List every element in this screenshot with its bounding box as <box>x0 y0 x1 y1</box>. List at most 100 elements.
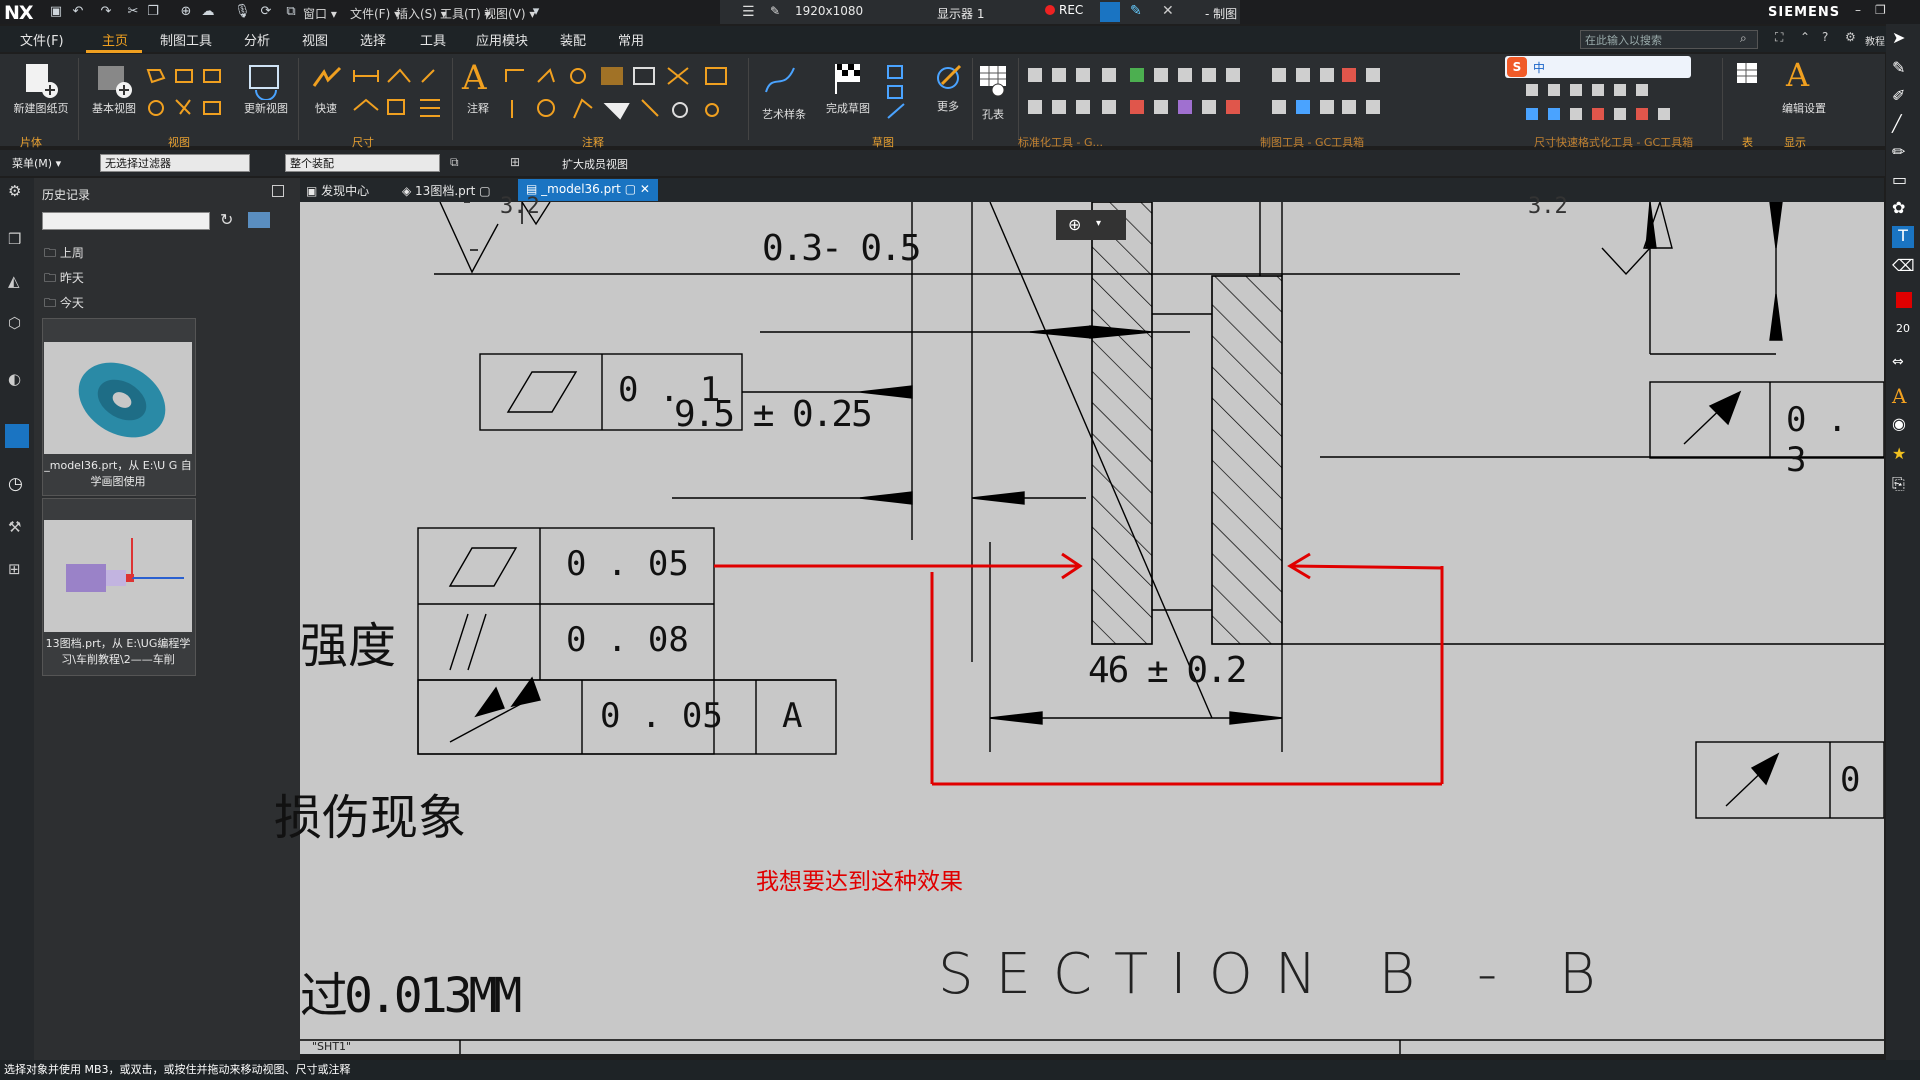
surface-finish-value[interactable]: 3.2 <box>500 194 540 219</box>
tab-common[interactable]: 常用 <box>618 30 644 49</box>
select-arrow-icon[interactable]: ➤ <box>1892 28 1914 50</box>
collapse-ribbon-icon[interactable]: ⌃ <box>1800 30 1810 44</box>
assembly-navigator-icon[interactable]: ❒ <box>8 230 21 248</box>
size-value-icon[interactable]: 20 <box>1892 322 1914 344</box>
update-view-icon[interactable] <box>246 60 286 100</box>
export-icon[interactable]: ⎘ <box>1892 474 1914 496</box>
tab-select[interactable]: 选择 <box>360 30 386 49</box>
swap-icon[interactable]: ⇔ <box>1892 354 1914 376</box>
tab-drafting-tools[interactable]: 制图工具 <box>160 30 212 49</box>
hide-icon[interactable]: ◉ <box>1892 414 1914 436</box>
tab-model36-label[interactable]: ▤ _model36.prt ▢ ✕ <box>526 182 650 196</box>
edit-settings-icon[interactable]: A <box>1786 56 1809 94</box>
menu-icon[interactable]: ☰ <box>742 4 755 20</box>
rectangle-icon[interactable]: ▭ <box>1892 170 1914 192</box>
menu-window[interactable]: 窗口 ▾ <box>303 5 337 22</box>
tolerance-value[interactable]: 0 . 3 <box>1786 400 1884 480</box>
fullscreen-icon[interactable]: ⛶ <box>1775 30 1783 45</box>
redo-icon[interactable]: ↷ <box>98 4 114 20</box>
menu-tools[interactable]: 工具(T) ▾ <box>440 5 491 22</box>
sogou-ime-icon[interactable]: S <box>1507 57 1527 77</box>
tolerance-value[interactable]: 0 . 05 <box>566 544 689 584</box>
history-item-thumbnail[interactable] <box>44 342 192 454</box>
surface-finish-value[interactable]: 3.2 <box>1528 194 1568 219</box>
save-icon[interactable]: ▣ <box>48 4 64 20</box>
history-clock-icon[interactable]: ◷ <box>8 474 23 494</box>
image-view-icon[interactable] <box>248 212 270 228</box>
undo-icon[interactable]: ↶ <box>70 4 86 20</box>
window-icon[interactable]: ⧉ <box>283 4 299 20</box>
tab-analysis[interactable]: 分析 <box>244 30 270 49</box>
more-icon[interactable] <box>930 60 966 96</box>
mic-icon[interactable]: 🎙 <box>234 4 251 20</box>
role-icon[interactable]: ⚒ <box>8 518 21 536</box>
note-icon[interactable]: A <box>462 58 487 98</box>
tab-home[interactable]: 主页 <box>102 30 128 49</box>
dimension-text[interactable]: 46 ± 0.2 <box>1088 650 1247 691</box>
font-icon[interactable]: A <box>1892 384 1914 408</box>
line-icon[interactable]: ╱ <box>1892 114 1914 136</box>
quick-dimension-icon[interactable] <box>310 62 346 98</box>
section-label[interactable]: SECTION B - B <box>938 942 1618 1007</box>
color-swatch-icon[interactable] <box>1896 292 1912 308</box>
snap-icon[interactable]: ⊞ <box>510 155 520 169</box>
touch-mode-icon[interactable]: ⊕ <box>178 4 194 20</box>
brush-icon[interactable]: ✏ <box>1892 142 1914 164</box>
panel-restore-icon[interactable] <box>272 185 284 197</box>
pen-icon[interactable]: ✎ <box>1130 3 1142 19</box>
restore-icon[interactable]: ❐ <box>1875 3 1886 17</box>
new-sheet-icon[interactable] <box>20 60 60 100</box>
pencil-icon[interactable]: ✎ <box>1892 58 1914 80</box>
drawing-canvas[interactable]: 0.3- 0.5 9.5 ± 0.25 46 ± 0.2 0 . 1 0 . 0… <box>274 194 1884 1054</box>
tab-file[interactable]: 文件(F) <box>20 30 64 49</box>
history-item-thumbnail[interactable] <box>44 520 192 632</box>
minimize-icon[interactable]: – <box>1855 3 1861 17</box>
note-text[interactable]: 强度 <box>300 606 396 676</box>
tab-13-drawing[interactable]: ◈ 13图档.prt ▢ <box>402 182 491 199</box>
art-spline-icon[interactable] <box>762 62 798 98</box>
tab-assembly[interactable]: 装配 <box>560 30 586 49</box>
tolerance-value[interactable]: 0 . 1 <box>618 370 720 410</box>
system-materials-icon[interactable]: ⊞ <box>8 560 21 578</box>
note-text[interactable]: 过0.013MM <box>300 956 522 1026</box>
copy-icon[interactable]: ❐ <box>145 4 161 20</box>
customize-icon[interactable]: ▾ <box>528 4 544 20</box>
tab-applications[interactable]: 应用模块 <box>476 30 528 49</box>
type-filter-select[interactable]: 无选择过滤器 <box>100 154 250 172</box>
settings-icon[interactable]: ⚙ <box>1845 30 1856 44</box>
drawing-geometry[interactable] <box>300 202 1884 1054</box>
close-tab-icon[interactable]: ✕ <box>640 182 650 196</box>
tab-tools[interactable]: 工具 <box>420 30 446 49</box>
view-move-handle[interactable]: ⊕ ▾ <box>1056 210 1126 240</box>
refresh-icon[interactable]: ↻ <box>220 210 233 229</box>
help-icon[interactable]: ? <box>1822 30 1828 44</box>
tutorial-label[interactable]: 教程 <box>1865 33 1885 48</box>
selection-icon[interactable]: ⧉ <box>450 155 459 170</box>
star-icon[interactable]: ★ <box>1892 444 1914 466</box>
history-folder-last-week[interactable]: 🗀 上周 <box>44 244 84 265</box>
settings-gear-icon[interactable]: ⚙ <box>8 182 21 200</box>
tab-view[interactable]: 视图 <box>302 30 328 49</box>
view-icon[interactable]: ⟳ <box>258 4 274 20</box>
command-search-input[interactable]: 在此输入以搜索 <box>1580 30 1758 49</box>
tolerance-value[interactable]: 0 . 08 <box>566 620 689 660</box>
text-tool-icon[interactable]: T <box>1892 226 1914 248</box>
history-folder-today[interactable]: 🗀 今天 <box>44 294 84 315</box>
close-recorder-icon[interactable]: ✕ <box>1162 3 1174 19</box>
table-icon[interactable] <box>1734 60 1764 90</box>
hole-table-icon[interactable] <box>978 64 1010 98</box>
pin-icon[interactable]: ✎ <box>770 4 780 18</box>
menu-button[interactable]: 菜单(M) ▾ <box>12 155 61 171</box>
cut-icon[interactable]: ✂ <box>125 4 141 20</box>
web-browser-icon[interactable]: ◐ <box>8 370 21 388</box>
ime-toolbar[interactable]: S 中 <box>1505 56 1691 78</box>
search-icon[interactable]: ⌕ <box>1740 31 1747 46</box>
dimension-text[interactable]: 0.3- 0.5 <box>762 228 921 269</box>
history-folder-yesterday[interactable]: 🗀 昨天 <box>44 269 84 290</box>
expand-member-view-button[interactable]: 扩大成员视图 <box>562 156 628 172</box>
cloud-icon[interactable]: ☁ <box>200 4 216 20</box>
base-view-icon[interactable] <box>94 60 134 100</box>
ime-chinese-mode-icon[interactable]: 中 <box>1533 59 1545 76</box>
note-text[interactable]: 损伤现象 <box>274 778 466 848</box>
marker-icon[interactable]: ✐ <box>1892 86 1914 108</box>
